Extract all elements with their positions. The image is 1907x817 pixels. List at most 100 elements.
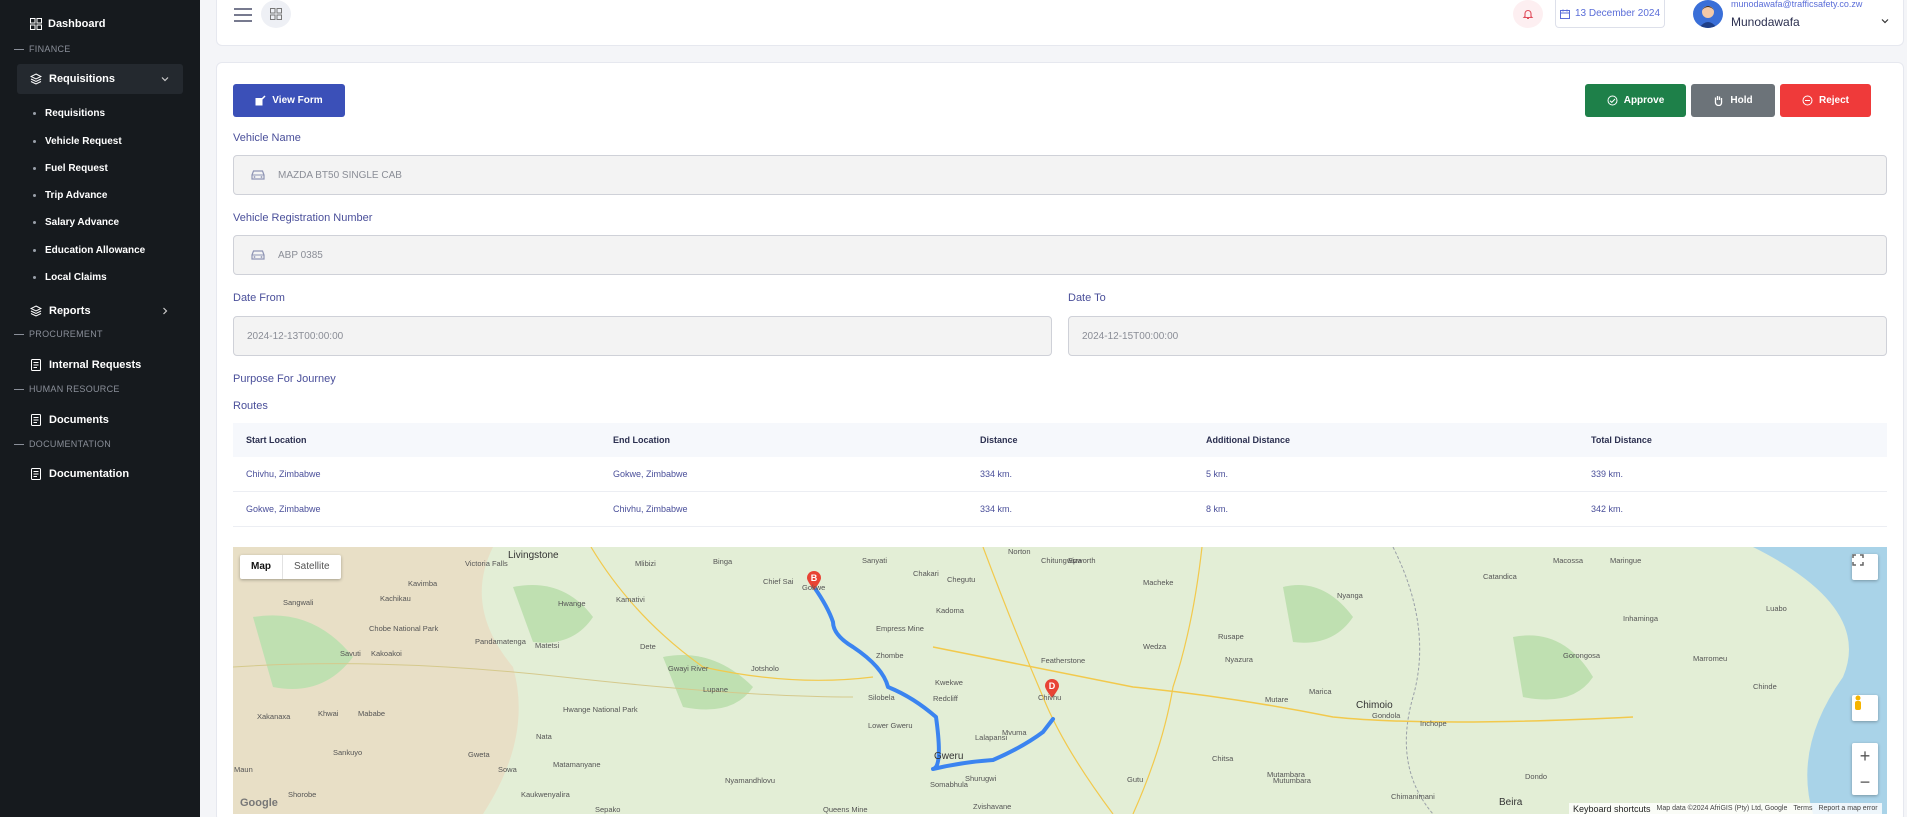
hold-button[interactable]: Hold [1691, 84, 1775, 117]
sidebar-item-documentation[interactable]: Documentation [17, 459, 183, 489]
user-name[interactable]: Munodawafa [1731, 15, 1800, 29]
menu-icon[interactable] [233, 7, 253, 23]
map-place-label: Chinde [1753, 682, 1777, 691]
map-place-label: Hwange National Park [563, 705, 638, 714]
cancel-circle-icon [1802, 95, 1813, 106]
map-place-label: Chief Sai [763, 577, 794, 586]
vehicle-name-value: MAZDA BT50 SINGLE CAB [278, 169, 402, 181]
report-map-error-link[interactable]: Report a map error [1818, 805, 1877, 812]
route-map[interactable]: B D LivingstoneVictoria FallsKazungulaHw… [233, 547, 1887, 814]
approve-label: Approve [1623, 95, 1665, 106]
fullscreen-button[interactable] [1852, 554, 1878, 580]
view-form-button[interactable]: View Form [233, 84, 345, 117]
map-place-label: Kamativi [616, 595, 645, 604]
map-place-label: Featherstone [1041, 656, 1086, 665]
sidebar-item-documents[interactable]: Documents [17, 405, 183, 435]
map-type-toggle: Map Satellite [240, 555, 341, 579]
notifications-button[interactable] [1513, 0, 1543, 28]
map-place-label: Matamanyane [553, 760, 601, 769]
sidebar-subitem-salary-advance[interactable]: Salary Advance [33, 217, 119, 228]
reg-number-label: Vehicle Registration Number [233, 212, 373, 224]
sidebar-item-reports[interactable]: Reports [17, 296, 183, 326]
date-to-field[interactable]: 2024-12-15T00:00:00 [1068, 316, 1887, 356]
map-place-label: Lalapansi [975, 733, 1008, 742]
zoom-in-button[interactable]: + [1860, 743, 1871, 769]
map-place-label: Kadoma [936, 606, 964, 615]
terms-link[interactable]: Terms [1793, 805, 1812, 812]
section-procurement: PROCUREMENT [14, 329, 103, 339]
date-from-field[interactable]: 2024-12-13T00:00:00 [233, 316, 1052, 356]
chevron-down-icon[interactable] [1879, 15, 1891, 27]
map-place-label: Lupane [703, 685, 729, 694]
cell-start: Gokwe, Zimbabwe [246, 504, 321, 514]
zoom-controls: + − [1852, 743, 1878, 795]
street-view-button[interactable] [1852, 695, 1878, 721]
map-place-label: Gokwe [802, 583, 826, 592]
map-place-label: Lower Gweru [868, 721, 913, 730]
table-header: Start Location End Location Distance Add… [233, 423, 1887, 457]
map-place-label: Kaukwenyalira [521, 790, 570, 799]
sidebar-subitem-vehicle-request[interactable]: Vehicle Request [33, 136, 122, 147]
sidebar-subitem-education-allowance[interactable]: Education Allowance [33, 245, 145, 256]
hand-icon [1715, 96, 1723, 106]
map-place-label: Kakoakoi [371, 649, 402, 658]
map-place-label: Maringue [1610, 556, 1642, 565]
map-place-label: Sanyati [862, 556, 888, 565]
user-email: munodawafa@trafficsafety.co.zw [1731, 0, 1863, 9]
map-place-label: Dondo [1525, 772, 1548, 781]
routes-table: Start Location End Location Distance Add… [233, 423, 1887, 527]
reject-button[interactable]: Reject [1780, 84, 1871, 117]
map-place-label: Dete [640, 642, 656, 651]
calendar-icon [1559, 9, 1570, 19]
cell-end: Gokwe, Zimbabwe [613, 469, 688, 479]
map-place-label: Gutu [1127, 775, 1144, 784]
approve-button[interactable]: Approve [1585, 84, 1686, 117]
map-place-label: Epworth [1068, 556, 1096, 565]
sidebar-item-label: Dashboard [48, 18, 106, 30]
car-icon [251, 250, 265, 260]
map-place-label: Sowa [498, 765, 517, 774]
map-place-label: Nyanga [1337, 591, 1363, 600]
vehicle-name-field[interactable]: MAZDA BT50 SINGLE CAB [233, 155, 1887, 195]
sidebar-item-label: Reports [49, 305, 91, 317]
map-place-label: Somabhula [930, 780, 968, 789]
map-place-label: Khwai [318, 709, 339, 718]
map-place-label: Chobe National Park [369, 624, 439, 633]
map-place-label: Macossa [1553, 556, 1584, 565]
map-type-satellite[interactable]: Satellite [283, 555, 341, 579]
sidebar-subitem-local-claims[interactable]: Local Claims [33, 272, 107, 283]
sidebar-item-label: Documentation [49, 468, 130, 480]
zoom-out-button[interactable]: − [1860, 769, 1871, 795]
map-place-label: Gweru [934, 751, 964, 762]
sidebar-item-internal-requests[interactable]: Internal Requests [17, 350, 183, 380]
apps-button[interactable] [261, 0, 291, 28]
cell-total: 339 km. [1591, 469, 1624, 479]
map-place-label: Chimanimani [1391, 792, 1435, 801]
sidebar-item-requisitions[interactable]: Requisitions [17, 64, 183, 94]
google-logo: Google [240, 797, 278, 809]
map-place-label: Xakanaxa [257, 712, 291, 721]
keyboard-shortcuts-link[interactable]: Keyboard shortcuts [1573, 804, 1651, 814]
avatar[interactable] [1693, 0, 1723, 28]
map-place-label: Nata [536, 732, 552, 741]
reg-number-field[interactable]: ABP 0385 [233, 235, 1887, 275]
date-to-value: 2024-12-15T00:00:00 [1082, 330, 1179, 342]
map-place-label: Chakari [913, 569, 939, 578]
map-place-label: Nyazura [1225, 655, 1253, 664]
sidebar-item-dashboard[interactable]: Dashboard [30, 18, 105, 30]
sidebar-subitem-trip-advance[interactable]: Trip Advance [33, 190, 107, 201]
sidebar-item-label: Internal Requests [49, 359, 142, 371]
cell-additional: 5 km. [1206, 469, 1229, 479]
routes-label: Routes [233, 400, 268, 412]
bell-icon [1522, 10, 1534, 19]
layers-icon [30, 305, 42, 317]
car-icon [251, 170, 265, 180]
map-type-map[interactable]: Map [240, 555, 283, 579]
map-place-label: Kavimba [408, 579, 438, 588]
sidebar-subitem-requisitions[interactable]: Requisitions [33, 108, 105, 119]
sidebar-subitem-fuel-request[interactable]: Fuel Request [33, 163, 108, 174]
date-from-value: 2024-12-13T00:00:00 [247, 330, 344, 342]
map-place-label: Mababe [358, 709, 386, 718]
map-place-label: Gwayi River [668, 664, 709, 673]
date-to-label: Date To [1068, 292, 1106, 304]
